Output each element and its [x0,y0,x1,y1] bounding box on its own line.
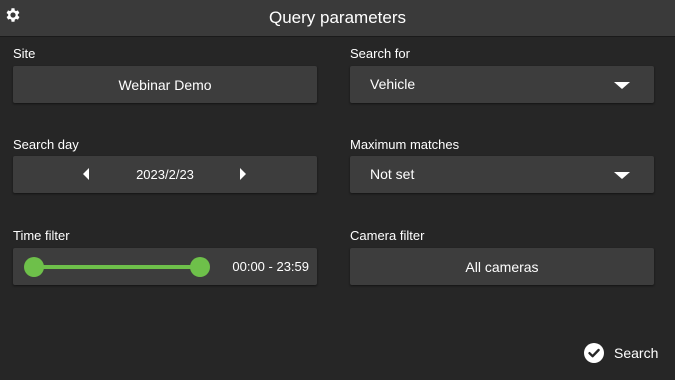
time-filter-value: 00:00 - 23:59 [232,259,309,274]
time-filter-label: Time filter [13,228,70,243]
page-title: Query parameters [269,8,406,27]
slider-end-handle[interactable] [190,257,210,277]
search-button[interactable]: Search [584,342,658,364]
site-value: Webinar Demo [118,76,212,93]
search-for-label: Search for [350,46,410,61]
title-bar: Query parameters [0,0,675,37]
time-filter-slider: 00:00 - 23:59 [13,248,317,285]
search-label: Search [614,345,659,361]
slider-start-handle[interactable] [24,257,44,277]
next-day-icon[interactable] [240,168,246,180]
search-day-label: Search day [13,137,79,152]
chevron-down-icon [614,172,630,179]
slider-track[interactable] [33,265,201,269]
check-circle-icon [584,343,604,363]
search-for-value: Vehicle [370,76,416,92]
chevron-down-icon [614,82,630,89]
camera-filter-label: Camera filter [350,228,425,243]
search-day-value: 2023/2/23 [136,167,194,182]
camera-filter-value: All cameras [465,258,539,275]
search-for-dropdown[interactable]: Vehicle [350,66,654,103]
camera-filter-button[interactable]: All cameras [350,248,654,285]
max-matches-dropdown[interactable]: Not set [350,156,654,193]
site-button[interactable]: Webinar Demo [13,66,317,103]
max-matches-value: Not set [370,166,415,182]
max-matches-label: Maximum matches [350,137,460,152]
search-day-picker: 2023/2/23 [13,156,317,193]
site-label: Site [13,46,36,61]
